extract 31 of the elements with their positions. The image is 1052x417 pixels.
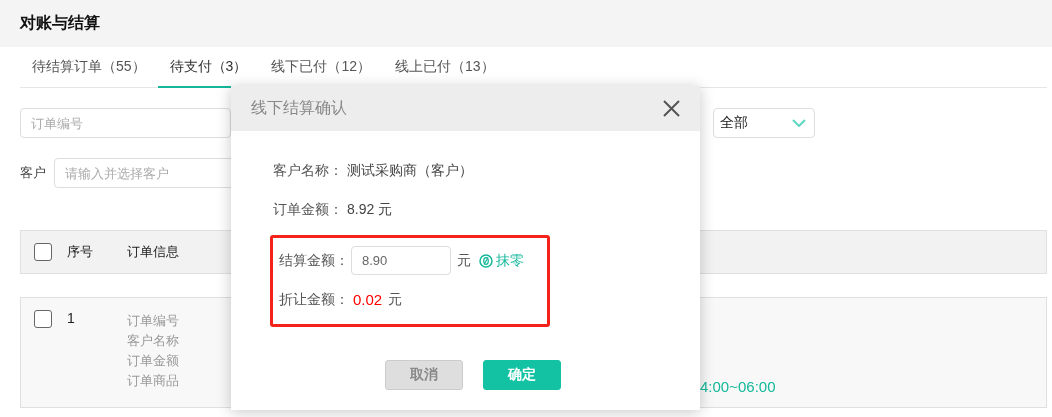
- tab[interactable]: 线下已付（12）: [259, 47, 383, 88]
- field-value: 测试采购商（客户）: [347, 161, 473, 180]
- field-label: 折让金额：: [279, 290, 349, 309]
- checkbox[interactable]: [34, 310, 52, 328]
- close-icon[interactable]: [663, 100, 680, 117]
- chevron-down-icon: [792, 119, 806, 127]
- tab[interactable]: 线上已付（13）: [382, 47, 507, 88]
- amount-field[interactable]: 8.90: [351, 246, 451, 275]
- field-value: 8.92 元: [347, 200, 393, 219]
- unit-label: 元: [388, 290, 403, 309]
- checkbox[interactable]: [34, 243, 52, 261]
- discount-value: 0.02: [353, 291, 383, 308]
- tab[interactable]: 待结算订单（55）: [20, 47, 158, 88]
- field-label: 订单金额：: [273, 200, 343, 219]
- info-label: 订单编号: [127, 312, 179, 329]
- dialog-title: 线下结算确认: [251, 98, 347, 118]
- info-label: 订单金额: [127, 352, 179, 369]
- column-header: 序号: [66, 243, 94, 261]
- status-select[interactable]: 全部: [713, 108, 815, 138]
- page-title: 对账与结算: [20, 13, 100, 33]
- order-number-field[interactable]: 订单编号: [20, 108, 231, 138]
- info-label: 订单商品: [127, 372, 179, 389]
- field-label: 结算金额：: [279, 251, 349, 270]
- circle-slash-icon: [479, 253, 493, 268]
- field-label: 客户名称：: [273, 161, 343, 180]
- column-header: 订单信息: [127, 243, 179, 261]
- row-number: 1: [66, 310, 76, 328]
- delivery-time: 4:00~06:00: [700, 378, 776, 395]
- unit-label: 元: [457, 251, 471, 270]
- info-label: 客户名称: [127, 332, 179, 349]
- customer-label: 客户: [20, 164, 46, 182]
